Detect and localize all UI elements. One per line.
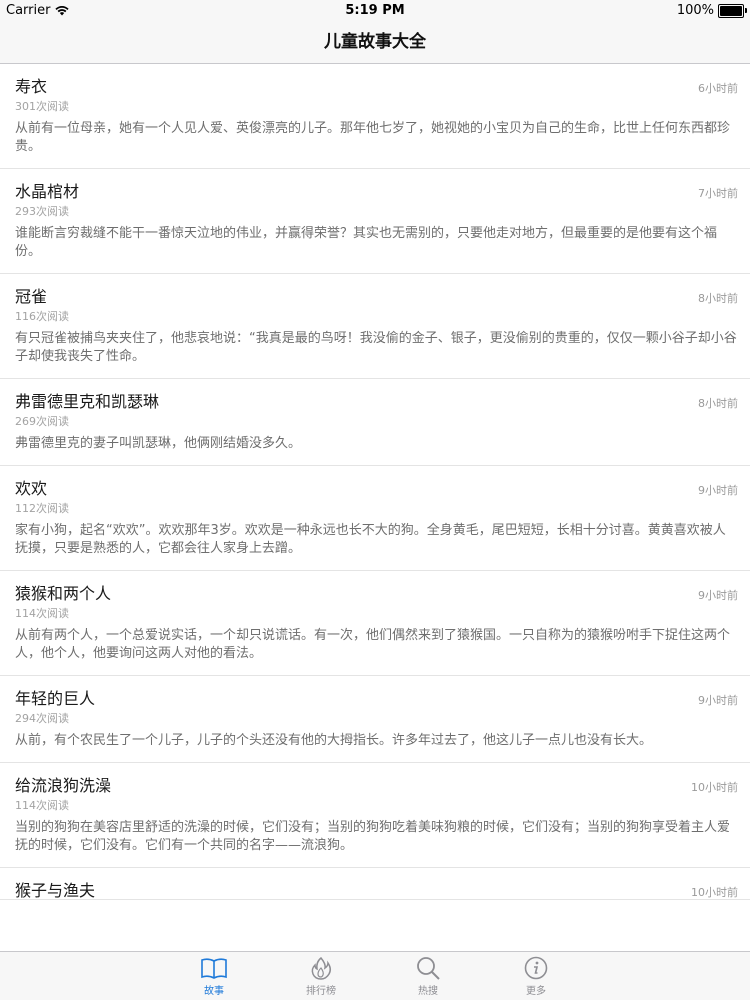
story-summary: 从前有一位母亲，她有一个人见人爱、英俊漂亮的儿子。那年他七岁了，她视她的小宝贝为… xyxy=(15,121,731,154)
story-time: 10小时前 xyxy=(691,886,738,899)
story-title: 猴子与渔夫 xyxy=(15,881,96,900)
story-read-count: 301次阅读 xyxy=(15,100,69,113)
story-item[interactable]: 猿猴和两个人 9小时前 114次阅读 从前有两个人，一个总爱说实话，一个却只说谎… xyxy=(0,571,750,676)
tab-stories[interactable]: 故事 xyxy=(184,956,244,997)
story-summary: 当别的狗狗在美容店里舒适的洗澡的时候，它们没有；当别的狗狗吃着美味狗粮的时候，它… xyxy=(15,820,731,853)
story-read-count: 269次阅读 xyxy=(15,415,69,428)
story-read-count: 114次阅读 xyxy=(15,799,69,812)
tab-label: 热搜 xyxy=(418,986,438,997)
story-title: 欢欢 xyxy=(15,479,48,498)
tab-label: 更多 xyxy=(526,986,546,997)
story-time: 9小时前 xyxy=(698,484,738,497)
info-icon xyxy=(524,956,548,980)
book-icon xyxy=(201,958,227,979)
story-summary: 弗雷德里克的妻子叫凯瑟琳，他俩刚结婚没多久。 xyxy=(15,436,302,451)
story-item[interactable]: 给流浪狗洗澡 10小时前 114次阅读 当别的狗狗在美容店里舒适的洗澡的时候，它… xyxy=(0,763,750,868)
tab-more[interactable]: 更多 xyxy=(506,956,566,997)
story-read-count: 293次阅读 xyxy=(15,205,69,218)
story-item[interactable]: 年轻的巨人 9小时前 294次阅读 从前，有个农民生了一个儿子，儿子的个头还没有… xyxy=(0,676,750,763)
story-summary: 从前，有个农民生了一个儿子，儿子的个头还没有他的大拇指长。许多年过去了，他这儿子… xyxy=(15,733,653,748)
story-time: 8小时前 xyxy=(698,292,738,305)
tab-label: 故事 xyxy=(204,986,224,997)
story-time: 8小时前 xyxy=(698,397,738,410)
battery-percent: 100% xyxy=(676,3,714,18)
story-item[interactable]: 寿衣 6小时前 301次阅读 从前有一位母亲，她有一个人见人爱、英俊漂亮的儿子。… xyxy=(0,64,750,169)
story-item[interactable]: 弗雷德里克和凯瑟琳 8小时前 269次阅读 弗雷德里克的妻子叫凯瑟琳，他俩刚结婚… xyxy=(0,379,750,466)
story-summary: 有只冠雀被捕鸟夹夹住了，他悲哀地说：“我真是最的鸟呀！我没偷的金子、银子，更没偷… xyxy=(15,331,737,364)
story-item[interactable]: 欢欢 9小时前 112次阅读 家有小狗，起名“欢欢”。欢欢那年3岁。欢欢是一种永… xyxy=(0,466,750,571)
story-list[interactable]: 寿衣 6小时前 301次阅读 从前有一位母亲，她有一个人见人爱、英俊漂亮的儿子。… xyxy=(0,64,750,951)
status-time: 5:19 PM xyxy=(345,3,405,18)
tab-hot-search[interactable]: 热搜 xyxy=(398,956,458,997)
story-read-count: 112次阅读 xyxy=(15,502,69,515)
story-read-count: 114次阅读 xyxy=(15,607,69,620)
story-summary: 从前有两个人，一个总爱说实话，一个却只说谎话。有一次，他们偶然来到了猿猴国。一只… xyxy=(15,628,731,661)
story-item[interactable]: 冠雀 8小时前 116次阅读 有只冠雀被捕鸟夹夹住了，他悲哀地说：“我真是最的鸟… xyxy=(0,274,750,379)
page-title: 儿童故事大全 xyxy=(324,32,426,52)
story-title: 年轻的巨人 xyxy=(15,689,96,708)
story-title: 水晶棺材 xyxy=(15,182,80,201)
story-time: 9小时前 xyxy=(698,589,738,602)
story-title: 给流浪狗洗澡 xyxy=(15,776,112,795)
status-bar: Carrier 5:19 PM 100% xyxy=(0,0,750,22)
story-title: 弗雷德里克和凯瑟琳 xyxy=(15,392,160,411)
story-item[interactable]: 猴子与渔夫 10小时前 xyxy=(0,868,750,900)
story-title: 冠雀 xyxy=(15,287,48,306)
story-title: 寿衣 xyxy=(15,77,48,96)
story-title: 猿猴和两个人 xyxy=(15,584,112,603)
battery-icon xyxy=(718,3,747,18)
story-summary: 家有小狗，起名“欢欢”。欢欢那年3岁。欢欢是一种永远也长不大的狗。全身黄毛，尾巴… xyxy=(15,523,726,556)
story-time: 9小时前 xyxy=(698,694,738,707)
search-icon xyxy=(417,957,440,980)
story-time: 6小时前 xyxy=(698,82,738,95)
tab-bar: 故事 排行榜 热搜 更多 xyxy=(0,951,750,1000)
story-read-count: 116次阅读 xyxy=(15,310,69,323)
battery-status: 100% xyxy=(676,3,747,18)
story-item[interactable]: 水晶棺材 7小时前 293次阅读 谁能断言穷裁缝不能干一番惊天泣地的伟业，并赢得… xyxy=(0,169,750,274)
navigation-bar: 儿童故事大全 xyxy=(0,22,750,64)
flame-icon xyxy=(311,956,332,980)
tab-label: 排行榜 xyxy=(306,986,336,997)
story-time: 10小时前 xyxy=(691,781,738,794)
tab-ranking[interactable]: 排行榜 xyxy=(291,956,351,997)
story-time: 7小时前 xyxy=(698,187,738,200)
story-read-count: 294次阅读 xyxy=(15,712,69,725)
story-summary: 谁能断言穷裁缝不能干一番惊天泣地的伟业，并赢得荣誉？其实也无需别的，只要他走对地… xyxy=(15,226,718,259)
